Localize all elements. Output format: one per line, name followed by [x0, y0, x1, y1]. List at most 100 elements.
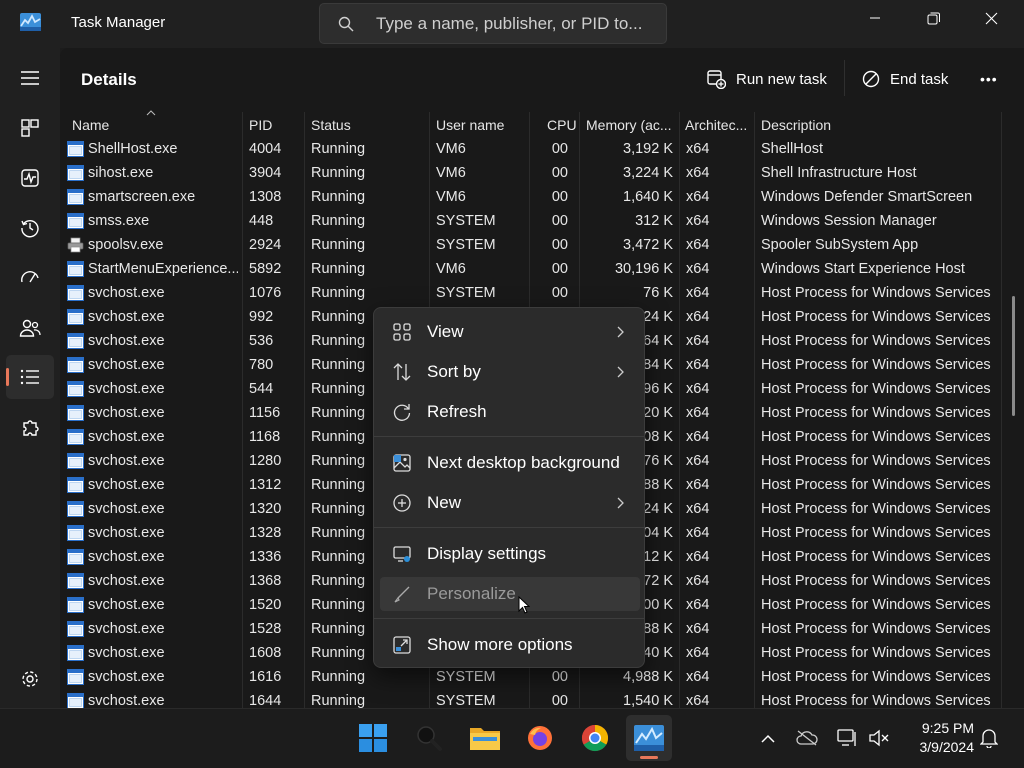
network-button[interactable]: [836, 727, 858, 749]
nav-services[interactable]: [6, 406, 54, 450]
table-row[interactable]: smss.exe 448 Running SYSTEM 00 312 K x64 Window…: [60, 210, 1004, 234]
clock-time: 9:25 PM: [921, 720, 974, 736]
show-more-options-icon: [393, 636, 411, 654]
more-options-button[interactable]: •••: [980, 64, 998, 94]
window-icon: [67, 213, 84, 229]
chevron-right-icon: [617, 497, 624, 509]
vertical-scrollbar[interactable]: [1012, 296, 1015, 416]
close-button[interactable]: [962, 0, 1020, 36]
nav-startup-apps[interactable]: [6, 256, 54, 300]
cell-cpu: 00: [551, 189, 568, 205]
menu-item-refresh[interactable]: Refresh: [380, 395, 640, 429]
menu-item-new[interactable]: New: [380, 486, 640, 520]
cell-user-name: VM6: [436, 261, 466, 277]
column-description[interactable]: Description: [761, 117, 831, 133]
minimize-button[interactable]: [846, 0, 904, 36]
cell-architecture: x64: [686, 477, 710, 493]
end-task-label: End task: [890, 70, 949, 88]
column-memory[interactable]: Memory (ac...: [586, 117, 676, 133]
cell-description: Host Process for Windows Services: [761, 477, 991, 493]
show-hidden-icons-button[interactable]: [757, 727, 779, 749]
page-header: Details Run new task End task •••: [60, 48, 1024, 108]
speaker-muted-icon: [869, 729, 889, 747]
column-cpu[interactable]: CPU: [547, 117, 577, 133]
mouse-cursor-icon: [518, 596, 530, 614]
cell-description: ShellHost: [761, 141, 824, 157]
cell-description: Shell Infrastructure Host: [761, 165, 917, 181]
taskbar-search-button[interactable]: [406, 715, 452, 761]
restore-button[interactable]: [904, 0, 962, 36]
cell-cpu: 00: [551, 285, 568, 301]
menu-item-display-settings[interactable]: Display settings: [380, 537, 640, 571]
chrome-button[interactable]: [572, 715, 618, 761]
table-row[interactable]: svchost.exe 1616 Running SYSTEM 00 4,988 K x64…: [60, 666, 1004, 690]
cell-user-name: VM6: [436, 165, 466, 181]
window-icon: [67, 381, 84, 397]
column-name[interactable]: Name: [72, 117, 109, 133]
cell-pid: 1328: [249, 525, 282, 541]
window-icon: [67, 549, 84, 565]
cell-description: Host Process for Windows Services: [761, 501, 991, 517]
column-status[interactable]: Status: [311, 117, 351, 133]
end-task-button[interactable]: End task: [862, 64, 948, 94]
start-button[interactable]: [350, 715, 396, 761]
cell-pid: 1368: [249, 573, 282, 589]
cell-architecture: x64: [686, 429, 710, 445]
header-divider: [844, 60, 845, 96]
table-row[interactable]: sihost.exe 3904 Running VM6 00 3,224 K x64 Shel…: [60, 162, 1004, 186]
menu-item-show-more-options[interactable]: Show more options: [380, 628, 640, 662]
cell-pid: 1308: [249, 189, 282, 205]
menu-item-next-desktop-background-label: Next desktop background: [427, 453, 620, 472]
file-explorer-button[interactable]: [462, 715, 508, 761]
run-new-task-label: Run new task: [736, 70, 827, 88]
window-icon: [67, 669, 84, 685]
search-input[interactable]: [376, 10, 656, 38]
nav-performance[interactable]: [6, 156, 54, 200]
search-icon: [417, 726, 442, 751]
system-clock[interactable]: 9:25 PM 3/9/2024: [902, 719, 975, 757]
table-row[interactable]: svchost.exe 1644 Running SYSTEM 00 1,540 K x64…: [60, 690, 1004, 708]
cell-cpu: 00: [551, 213, 568, 229]
cell-description: Host Process for Windows Services: [761, 669, 991, 685]
cell-architecture: x64: [686, 501, 710, 517]
cell-architecture: x64: [686, 141, 710, 157]
cell-architecture: x64: [686, 405, 710, 421]
onedrive-button[interactable]: [796, 727, 818, 749]
menu-item-view-label: View: [427, 322, 464, 341]
table-row[interactable]: svchost.exe 1076 Running SYSTEM 00 76 K x64 Hos…: [60, 282, 1004, 306]
page-title: Details: [81, 70, 137, 89]
table-row[interactable]: StartMenuExperience... 5892 Running VM6 00 30…: [60, 258, 1004, 282]
run-new-task-button[interactable]: Run new task: [706, 64, 827, 94]
hamburger-menu-button[interactable]: [6, 56, 54, 100]
volume-button[interactable]: [868, 727, 890, 749]
table-row[interactable]: spoolsv.exe 2924 Running SYSTEM 00 3,472 K x64…: [60, 234, 1004, 258]
nav-users[interactable]: [6, 306, 54, 350]
table-row[interactable]: smartscreen.exe 1308 Running VM6 00 1,640 K x6…: [60, 186, 1004, 210]
menu-item-sort-by[interactable]: Sort by: [380, 355, 640, 389]
nav-settings[interactable]: [6, 657, 54, 701]
menu-item-view[interactable]: View: [380, 315, 640, 349]
cell-pid: 780: [249, 357, 274, 373]
task-manager-taskbar-button[interactable]: [626, 715, 672, 761]
notifications-button[interactable]: [978, 727, 1000, 749]
window-title: Task Manager: [71, 14, 166, 31]
menu-item-next-desktop-background[interactable]: Next desktop background: [380, 446, 640, 480]
column-pid[interactable]: PID: [249, 117, 272, 133]
firefox-button[interactable]: [517, 715, 563, 761]
cell-pid: 5892: [249, 261, 282, 277]
nav-processes[interactable]: [6, 106, 54, 150]
cell-name: svchost.exe: [88, 573, 165, 589]
cell-name: svchost.exe: [88, 453, 165, 469]
cell-cpu: 00: [551, 261, 568, 277]
column-user-name[interactable]: User name: [436, 117, 504, 133]
column-architecture[interactable]: Architec...: [685, 117, 753, 133]
nav-app-history[interactable]: [6, 206, 54, 250]
nav-details[interactable]: [6, 355, 54, 399]
search-box[interactable]: [319, 3, 667, 44]
window-icon: [67, 189, 84, 205]
menu-item-personalize[interactable]: Personalize: [380, 577, 640, 611]
table-row[interactable]: ShellHost.exe 4004 Running VM6 00 3,192 K x64 S…: [60, 138, 1004, 162]
cell-description: Windows Defender SmartScreen: [761, 189, 973, 205]
window-icon: [67, 477, 84, 493]
cell-description: Spooler SubSystem App: [761, 237, 919, 253]
